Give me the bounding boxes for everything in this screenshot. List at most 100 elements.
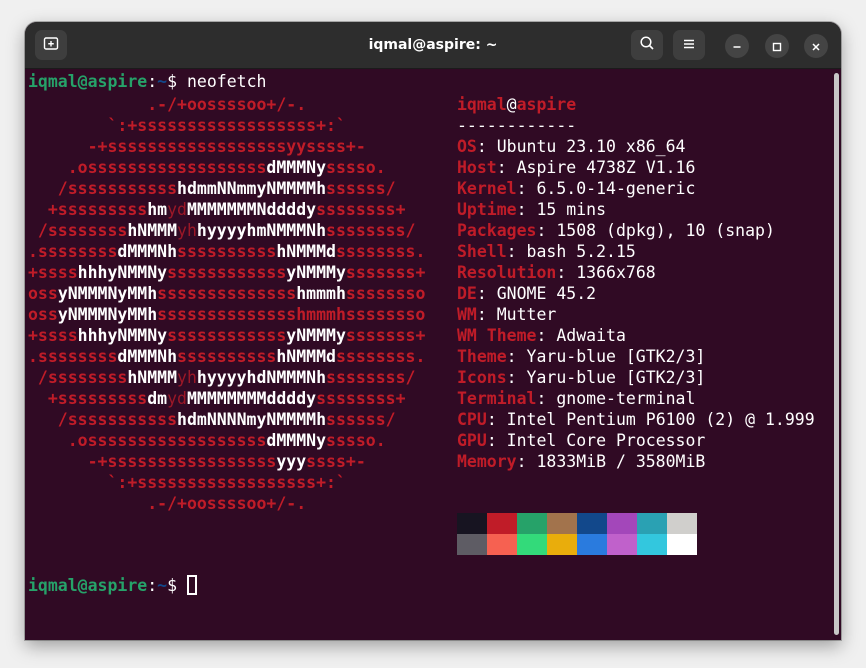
info-value: : 6.5.0-14-generic [516,179,696,198]
logo-line: +sssshhhyNMMNyssssssssssssyNMMMysssssss+ [28,262,425,283]
color-swatch [607,513,637,534]
logo-line: .ossssssssssssssssssdMMMNysssso. [28,157,425,178]
logo-segment: yd [167,389,187,408]
logo-segment: hNMMMd [276,347,336,366]
prompt-line-command: iqmal@aspire:~$ neofetch [28,71,266,92]
info-key: Resolution [457,263,557,282]
info-key: Shell [457,242,507,261]
logo-line: /ssssssssssshdmNNNNmyNMMMMhssssss/ [28,409,425,430]
prompt-path: ~ [157,72,168,91]
info-key: Icons [457,368,507,387]
logo-segment: MMMMMMMNddddy [186,200,317,219]
logo-segment: yd [167,200,187,219]
minimize-icon [732,37,742,56]
logo-segment: sssso. [326,158,386,177]
prompt-colon: : [147,576,158,595]
info-row: WM Theme: Adwaita [457,325,815,346]
info-key: Host [457,158,497,177]
logo-segment: ssssssss. [335,347,426,366]
logo-segment: MMMMMMMMddddy [186,389,317,408]
prompt-user-host: iqmal@aspire [28,576,148,595]
color-swatch [487,534,517,555]
close-icon [811,37,821,56]
logo-line: +ssssssssshmydMMMMMMMNddddyssssssss+ [28,199,425,220]
info-key: Packages [457,221,537,240]
info-row: Uptime: 15 mins [457,199,815,220]
logo-segment: .ssssssss [28,242,118,261]
color-swatch [667,513,697,534]
info-row: DE: GNOME 45.2 [457,283,815,304]
scrollbar-thumb[interactable] [834,73,839,635]
terminal-content[interactable]: iqmal@aspire:~$ neofetch .-/+oossssoo+/-… [25,69,833,640]
new-tab-icon [43,35,59,55]
logo-segment: hhhyNMMNy [77,263,168,282]
info-value: : Yaru-blue [GTK2/3] [506,347,706,366]
logo-line: +sssshhhyNMMNyssssssssssssyNMMMysssssss+ [28,325,425,346]
logo-segment: -+ssssssssssssssssssyyssss+- [28,137,366,156]
logo-segment: `:+ssssssssssssssssss+:` [28,116,346,135]
logo-segment: hyyyyhdNMMMNh [196,368,327,387]
info-key: Uptime [457,200,517,219]
logo-segment: ssssssss+ [316,200,406,219]
info-key: OS [457,137,477,156]
info-value: : Adwaita [536,326,626,345]
logo-segment: +ssss [28,263,78,282]
info-fields: OS: Ubuntu 23.10 x86_64 Host: Aspire 4738… [457,136,815,472]
logo-segment: yNMMMNyMMh [57,284,158,303]
scrollbar[interactable] [833,69,841,640]
new-tab-button[interactable] [35,30,67,60]
logo-line: +sssssssssdmydMMMMMMMMddddyssssssss+ [28,388,425,409]
color-swatch [637,534,667,555]
logo-segment: oss [28,305,58,324]
logo-segment: ssssssss/ [326,221,416,240]
logo-segment: /ssssssss [28,368,128,387]
logo-segment: hNMMM [127,221,178,240]
logo-line: .ssssssssdMMMNhsssssssssshNMMMdssssssss. [28,241,425,262]
info-key: Terminal [457,389,537,408]
logo-segment: yNMMMy [286,326,346,345]
maximize-icon [772,37,782,56]
minimize-button[interactable] [725,34,749,58]
info-row: Resolution: 1366x768 [457,262,815,283]
logo-line: .ossssssssssssssssssdMMMNysssso. [28,430,425,451]
terminal-window: iqmal@aspire: ~ iqmal@aspire:~$ neofetch… [25,22,841,640]
logo-segment: hmmmh [296,284,346,303]
prompt-command: neofetch [186,72,267,91]
logo-segment: -+sssssssssssssssss [28,452,277,471]
logo-segment: ssssssss+ [316,389,406,408]
color-swatch [577,534,607,555]
system-info: iqmal@aspire ------------ OS: Ubuntu 23.… [457,94,815,472]
logo-segment: .ssssssss [28,347,118,366]
logo-segment: sssssss+ [345,263,426,282]
info-row: Terminal: gnome-terminal [457,388,815,409]
search-button[interactable] [631,30,663,60]
logo-segment: ssssssssss [177,347,277,366]
info-value: : gnome-terminal [536,389,696,408]
logo-segment: /sssssssssss [28,179,178,198]
logo-segment: dMMMNy [266,158,327,177]
color-swatch [457,513,487,534]
logo-segment: yh [177,368,197,387]
info-row: CPU: Intel Pentium P6100 (2) @ 1.999 [457,409,815,430]
info-user: iqmal [457,95,507,114]
prompt-user-host: iqmal@aspire [28,72,148,91]
maximize-button[interactable] [765,34,789,58]
title-bar: iqmal@aspire: ~ [25,22,841,69]
info-key: Kernel [457,179,517,198]
logo-segment: ssssss/ [326,410,396,429]
info-value: : 1366x768 [556,263,656,282]
logo-segment: hNMMM [127,368,178,387]
close-button[interactable] [804,34,828,58]
info-key: CPU [457,410,487,429]
logo-segment: +sssssssss [28,389,148,408]
color-swatch [607,534,637,555]
menu-button[interactable] [673,30,705,60]
logo-segment: dMMMNy [266,431,327,450]
prompt-symbol: $ [167,576,187,595]
logo-line: ossyNMMMNyMMhsssssssssssssshmmmhssssssso [28,304,425,325]
logo-line: /ssssssssssshdmmNNmmyNMMMMhssssss/ [28,178,425,199]
logo-line: ossyNMMMNyMMhsssssssssssssshmmmhssssssso [28,283,425,304]
logo-segment: dm [147,389,168,408]
logo-segment: sssssssssssssshmmmhssssssso [157,305,426,324]
logo-segment: +ssss [28,326,78,345]
